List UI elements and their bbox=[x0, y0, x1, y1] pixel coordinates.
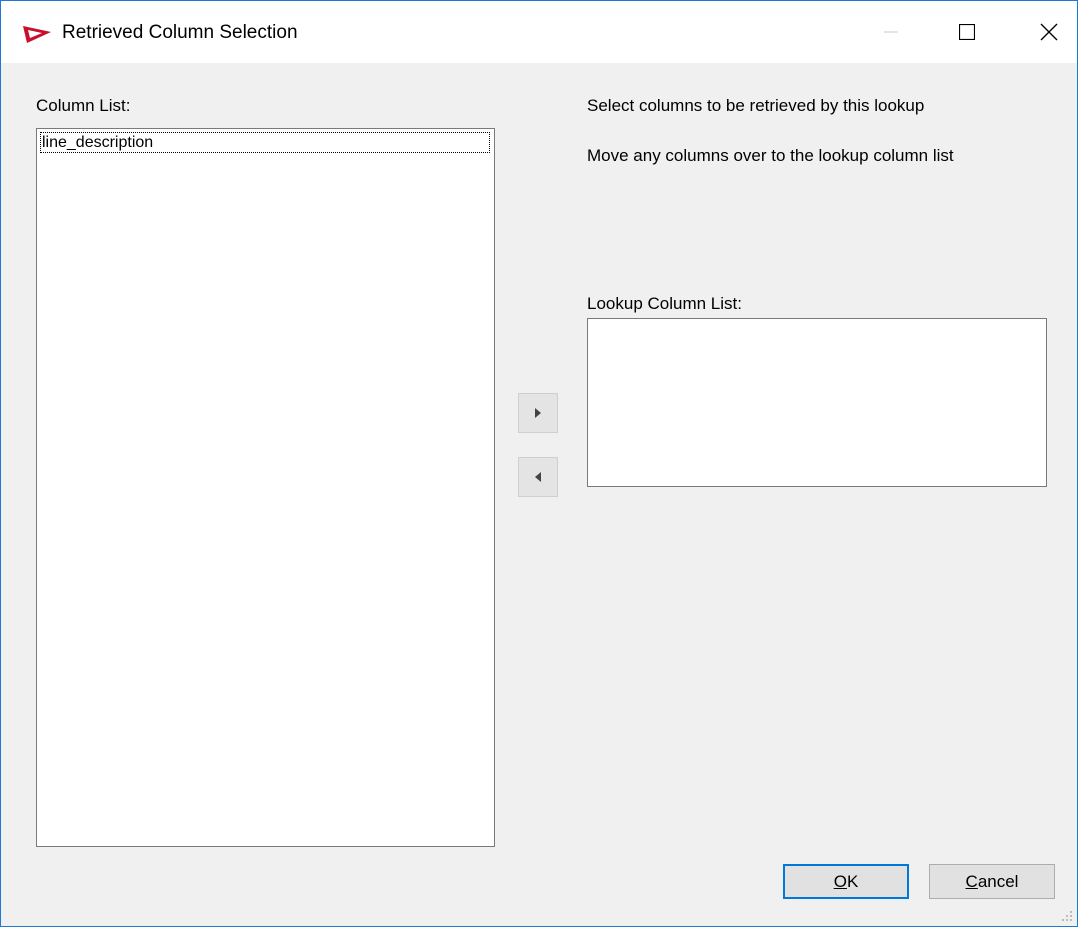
dialog-window: Retrieved Column Selection Column List: … bbox=[0, 0, 1078, 927]
minimize-button[interactable] bbox=[863, 1, 919, 63]
instruction-text-2: Move any columns over to the lookup colu… bbox=[587, 146, 954, 165]
close-button[interactable] bbox=[1021, 1, 1077, 63]
remove-column-button[interactable] bbox=[518, 457, 558, 497]
ok-button[interactable]: OK bbox=[783, 864, 909, 899]
cancel-label: ancel bbox=[977, 871, 1019, 891]
column-list-label: Column List: bbox=[36, 96, 131, 115]
column-list-box[interactable]: line_description bbox=[36, 128, 495, 847]
wherescape-logo-icon bbox=[23, 26, 51, 43]
cancel-mnemonic: C bbox=[965, 871, 978, 891]
triangle-right-icon bbox=[535, 408, 541, 418]
lookup-column-list-label: Lookup Column List: bbox=[587, 294, 742, 313]
lookup-column-list-box[interactable] bbox=[587, 318, 1047, 487]
cancel-button[interactable]: Cancel bbox=[929, 864, 1055, 899]
ok-mnemonic: O bbox=[833, 871, 847, 891]
resize-grip-icon[interactable] bbox=[1061, 910, 1073, 922]
triangle-left-icon bbox=[535, 472, 541, 482]
list-item[interactable]: line_description bbox=[40, 132, 490, 153]
ok-label: K bbox=[846, 871, 859, 891]
close-icon bbox=[1040, 23, 1058, 41]
instruction-text-1: Select columns to be retrieved by this l… bbox=[587, 96, 925, 115]
maximize-button[interactable] bbox=[939, 1, 995, 63]
minimize-icon bbox=[884, 31, 898, 33]
add-column-button[interactable] bbox=[518, 393, 558, 433]
window-title: Retrieved Column Selection bbox=[62, 22, 298, 43]
maximize-icon bbox=[959, 24, 975, 40]
title-bar[interactable]: Retrieved Column Selection bbox=[1, 1, 1077, 63]
